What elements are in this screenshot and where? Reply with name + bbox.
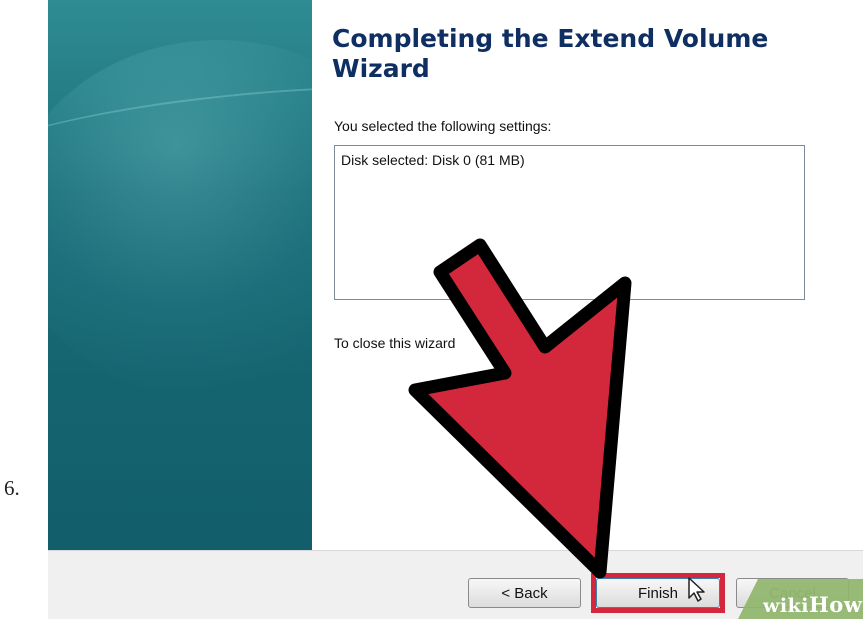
wizard-content: Completing the Extend Volume Wizard You … <box>312 0 863 550</box>
close-instruction-text: To close this wizard <box>334 335 456 351</box>
wizard-button-bar: < Back Finish Cancel wikiHow <box>48 550 863 619</box>
settings-line-disk: Disk selected: Disk 0 (81 MB) <box>341 152 525 168</box>
wizard-side-panel <box>48 0 312 550</box>
wikihow-watermark: wikiHow <box>738 579 863 619</box>
back-button[interactable]: < Back <box>468 578 581 608</box>
step-number: 6. <box>4 476 20 500</box>
settings-summary-box[interactable]: Disk selected: Disk 0 (81 MB) <box>334 145 805 300</box>
mouse-cursor-icon <box>688 577 705 602</box>
settings-label: You selected the following settings: <box>334 118 552 134</box>
wizard-title: Completing the Extend Volume Wizard <box>332 24 769 83</box>
